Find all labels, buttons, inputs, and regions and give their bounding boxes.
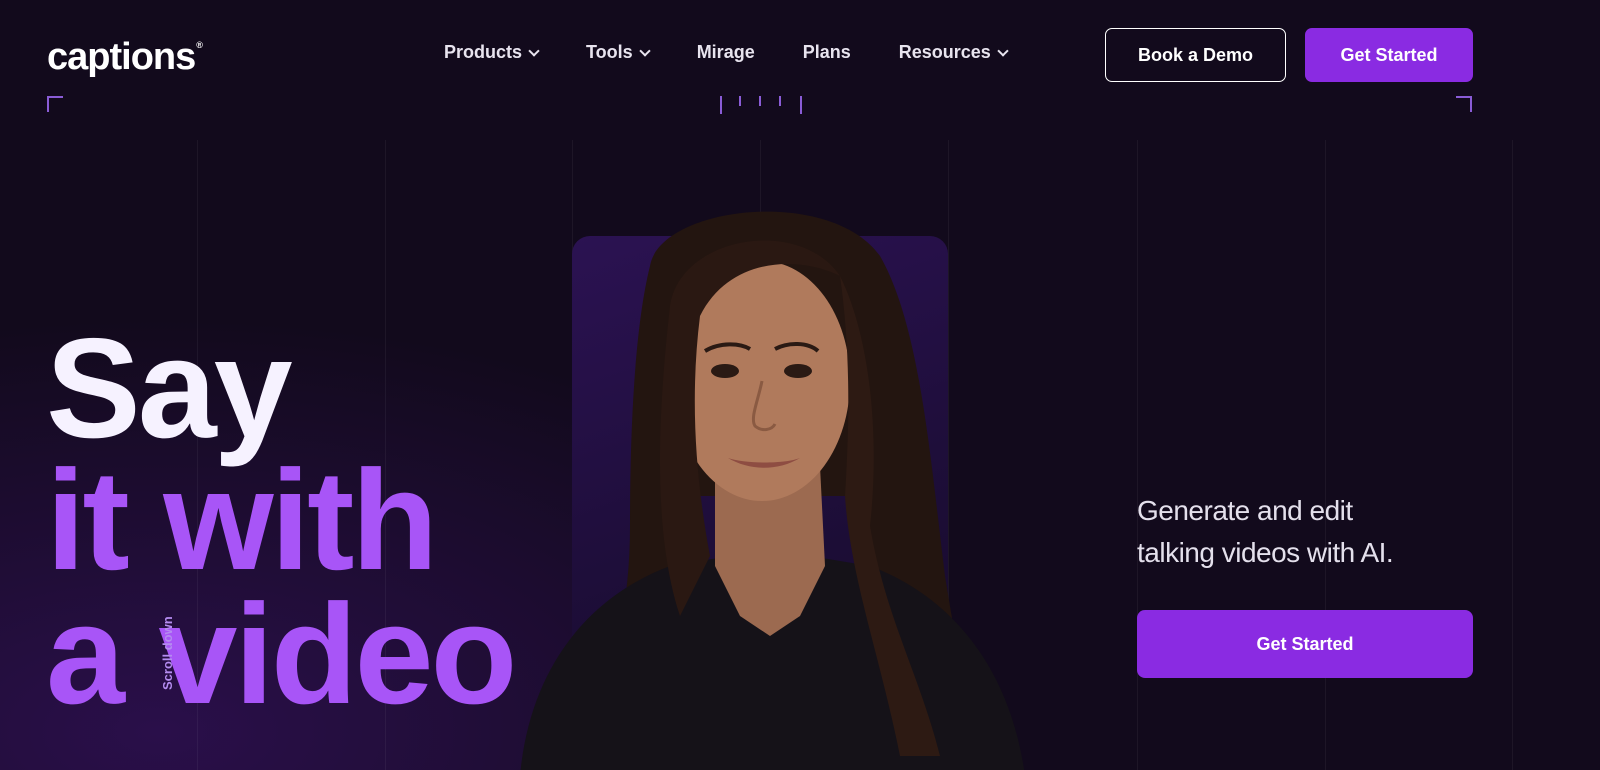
hero-headline-line-2: it with bbox=[46, 441, 438, 600]
nav-products[interactable]: Products bbox=[444, 42, 540, 63]
hero-tagline: Generate and edit talking videos with AI… bbox=[1137, 495, 1394, 568]
nav-mirage-label: Mirage bbox=[696, 42, 755, 62]
registered-mark: ® bbox=[196, 40, 203, 50]
scroll-down-indicator[interactable]: Scroll down bbox=[160, 616, 175, 690]
grid-line bbox=[1512, 140, 1513, 770]
decor-tick bbox=[720, 96, 722, 114]
grid-line bbox=[1137, 140, 1138, 770]
nav-tools-label: Tools bbox=[586, 42, 633, 62]
page: captions® Products Tools Mirage Plans Re… bbox=[0, 0, 1600, 770]
hero-headline-line-1: Say bbox=[46, 309, 293, 468]
hero-headline-line-3: a video bbox=[46, 575, 517, 734]
nav-products-label: Products bbox=[444, 42, 523, 62]
nav-plans-label: Plans bbox=[802, 42, 851, 62]
decor-tick bbox=[759, 96, 761, 106]
nav-resources[interactable]: Resources bbox=[898, 42, 1009, 63]
logo-text: captions bbox=[47, 36, 196, 78]
decor-tick bbox=[739, 96, 741, 106]
main-nav: Products Tools Mirage Plans Resources bbox=[444, 42, 1009, 63]
corner-bracket bbox=[47, 96, 63, 112]
hero-get-started-button[interactable]: Get Started bbox=[1137, 610, 1473, 678]
presenter-portrait-image bbox=[520, 211, 1025, 770]
nav-resources-label: Resources bbox=[898, 42, 991, 62]
chevron-down-icon bbox=[639, 44, 651, 57]
decor-tick bbox=[800, 96, 802, 114]
decor-tick bbox=[779, 96, 781, 106]
nav-mirage[interactable]: Mirage bbox=[697, 42, 755, 63]
corner-bracket bbox=[1456, 96, 1472, 112]
chevron-down-icon bbox=[528, 44, 540, 57]
nav-tools[interactable]: Tools bbox=[586, 42, 651, 63]
header-get-started-button[interactable]: Get Started bbox=[1305, 28, 1473, 82]
logo[interactable]: captions® bbox=[47, 36, 203, 79]
nav-plans[interactable]: Plans bbox=[803, 42, 851, 63]
chevron-down-icon bbox=[997, 44, 1009, 57]
book-demo-button[interactable]: Book a Demo bbox=[1105, 28, 1286, 82]
